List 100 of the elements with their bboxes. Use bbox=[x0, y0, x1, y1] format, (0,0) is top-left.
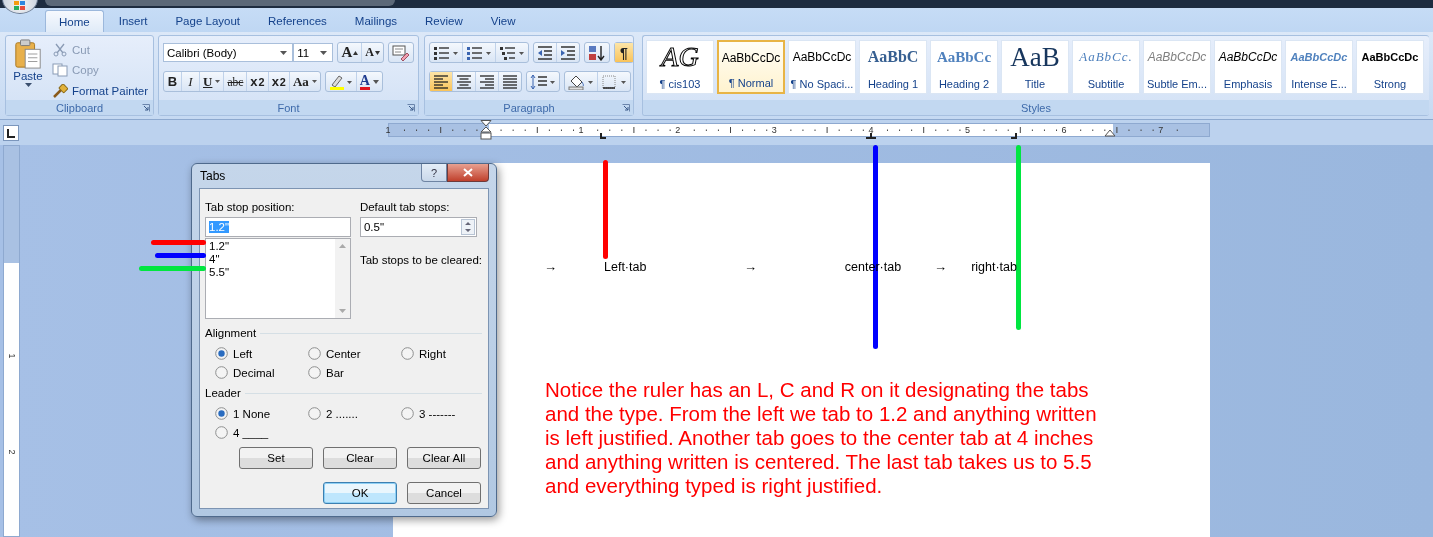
close-button[interactable] bbox=[447, 164, 489, 182]
style-item[interactable]: AaBbC Heading 1 bbox=[859, 40, 927, 94]
field-label: Default tab stops: bbox=[359, 201, 451, 215]
group-label: Clipboard bbox=[55, 101, 104, 114]
line-spacing-icon bbox=[530, 73, 556, 90]
style-item[interactable]: AaBbCcDc Intense E... bbox=[1285, 40, 1353, 94]
right-indent-marker-icon[interactable] bbox=[1104, 129, 1116, 137]
font-name-field[interactable]: Calibri (Body) bbox=[163, 43, 294, 62]
style-item[interactable]: AaBbCcDc ¶ No Spaci... bbox=[788, 40, 856, 94]
show-marks-button[interactable]: ¶ bbox=[615, 43, 633, 62]
style-item[interactable]: AaBbCcDc Strong bbox=[1356, 40, 1424, 94]
radio-icon[interactable] bbox=[215, 407, 228, 420]
radio-option[interactable]: Bar bbox=[308, 366, 401, 379]
dialog-button[interactable]: Set bbox=[239, 447, 313, 469]
ruler-number: 2 bbox=[6, 449, 17, 455]
font-size-field[interactable]: 11 bbox=[293, 43, 334, 62]
format-button[interactable]: B bbox=[164, 72, 182, 91]
field-label: Tab stops to be cleared: bbox=[359, 254, 482, 268]
ruler-number: 1 bbox=[578, 124, 584, 136]
group-label: Paragraph bbox=[503, 101, 555, 114]
dialog-button[interactable]: Clear bbox=[323, 447, 397, 469]
format-button[interactable]: U bbox=[200, 72, 225, 91]
tab-mark: → bbox=[934, 259, 947, 274]
dialog-launcher-icon[interactable] bbox=[407, 104, 415, 112]
justify-icon bbox=[502, 74, 518, 89]
align-center-icon bbox=[456, 74, 472, 89]
style-item[interactable]: AaBbCc. Subtitle bbox=[1072, 40, 1140, 94]
center-tab-icon[interactable] bbox=[866, 133, 877, 139]
dialog-launcher-icon[interactable] bbox=[622, 104, 630, 112]
tab-selector-button[interactable] bbox=[3, 125, 19, 141]
caret-icon bbox=[280, 51, 288, 55]
border-icon bbox=[601, 73, 627, 90]
radio-option[interactable]: 4 ____ bbox=[215, 426, 308, 439]
radio-icon[interactable] bbox=[215, 366, 228, 379]
field-label: Tab stop position: bbox=[205, 201, 296, 215]
font-color-button[interactable]: A bbox=[356, 72, 382, 91]
radio-option[interactable]: Decimal bbox=[215, 366, 308, 379]
align-right-icon bbox=[479, 74, 495, 89]
ruler-number: 6 bbox=[1061, 124, 1067, 136]
style-item[interactable]: AaBbCcDc ¶ Normal bbox=[717, 40, 785, 94]
format-button[interactable]: I bbox=[182, 72, 200, 91]
ruler-number: 3 bbox=[771, 124, 777, 136]
down-triangle-icon bbox=[375, 50, 380, 55]
radio-option[interactable]: 2 ....... bbox=[308, 407, 401, 420]
scissors-icon bbox=[52, 43, 68, 58]
radio-option[interactable]: Left bbox=[215, 347, 308, 360]
shrink-font-button[interactable]: A bbox=[362, 43, 383, 62]
ribbon-tab[interactable]: Home bbox=[45, 10, 104, 32]
eraser-icon bbox=[392, 44, 410, 61]
ribbon-tab[interactable]: Page Layout bbox=[162, 10, 254, 32]
radio-icon[interactable] bbox=[308, 366, 321, 379]
format-button[interactable]: abc bbox=[224, 72, 248, 91]
style-item[interactable]: AG ¶ cis103 bbox=[646, 40, 714, 94]
radio-icon[interactable] bbox=[215, 426, 228, 439]
style-item[interactable]: AaBbCc Heading 2 bbox=[930, 40, 998, 94]
radio-icon[interactable] bbox=[401, 407, 414, 420]
group-label: Styles bbox=[1021, 101, 1051, 114]
list-item[interactable]: 1.2" bbox=[209, 240, 332, 253]
default-tab-field[interactable]: 0.5" bbox=[359, 217, 477, 237]
radio-icon[interactable] bbox=[401, 347, 414, 360]
left-tab-icon bbox=[7, 128, 15, 138]
radio-option[interactable]: 1 None bbox=[215, 407, 308, 420]
dialog-button[interactable]: OK bbox=[323, 482, 397, 504]
list-item[interactable]: 4" bbox=[209, 253, 332, 266]
ribbon-tab[interactable]: View bbox=[477, 10, 529, 32]
dialog-title: Tabs bbox=[200, 169, 226, 183]
tab-mark: → bbox=[544, 259, 557, 274]
style-item[interactable]: AaBbCcDc Emphasis bbox=[1214, 40, 1282, 94]
indent-marker-icon[interactable] bbox=[480, 120, 492, 140]
list-icon bbox=[466, 44, 492, 61]
list-item[interactable]: 5.5" bbox=[209, 266, 332, 279]
spinner-icon[interactable] bbox=[460, 219, 475, 235]
paste-button[interactable]: Paste bbox=[8, 37, 48, 97]
radio-option[interactable]: Center bbox=[308, 347, 401, 360]
ribbon-tab[interactable]: Review bbox=[412, 10, 476, 32]
style-item[interactable]: AaB Title bbox=[1001, 40, 1069, 94]
radio-icon[interactable] bbox=[215, 347, 228, 360]
close-icon bbox=[463, 168, 473, 177]
radio-icon[interactable] bbox=[308, 347, 321, 360]
ribbon-tab[interactable]: Insert bbox=[105, 10, 161, 32]
grow-font-button[interactable]: A bbox=[338, 43, 363, 62]
caret-icon bbox=[24, 83, 32, 87]
ribbon-tab[interactable]: Mailings bbox=[341, 10, 411, 32]
highlighter-icon bbox=[328, 73, 353, 90]
dialog-button[interactable]: Cancel bbox=[407, 482, 481, 504]
align-left-icon bbox=[433, 74, 449, 89]
align-button[interactable] bbox=[430, 72, 453, 91]
ribbon-tab[interactable]: References bbox=[255, 10, 340, 32]
help-button[interactable]: ? bbox=[421, 164, 447, 182]
caret-icon bbox=[320, 51, 328, 55]
dialog-launcher-icon[interactable] bbox=[142, 104, 150, 112]
clipboard-button[interactable]: Format Painter bbox=[52, 82, 149, 99]
dialog-button[interactable]: Clear All bbox=[407, 447, 481, 469]
style-item[interactable]: AaBbCcDc Subtle Em... bbox=[1143, 40, 1211, 94]
radio-option[interactable]: 3 ------- bbox=[401, 407, 482, 420]
shading-button[interactable] bbox=[565, 72, 598, 91]
radio-icon[interactable] bbox=[308, 407, 321, 420]
document-text: Left·tab bbox=[604, 260, 647, 274]
radio-option[interactable]: Right bbox=[401, 347, 482, 360]
format-button[interactable]: Aa bbox=[289, 72, 320, 91]
